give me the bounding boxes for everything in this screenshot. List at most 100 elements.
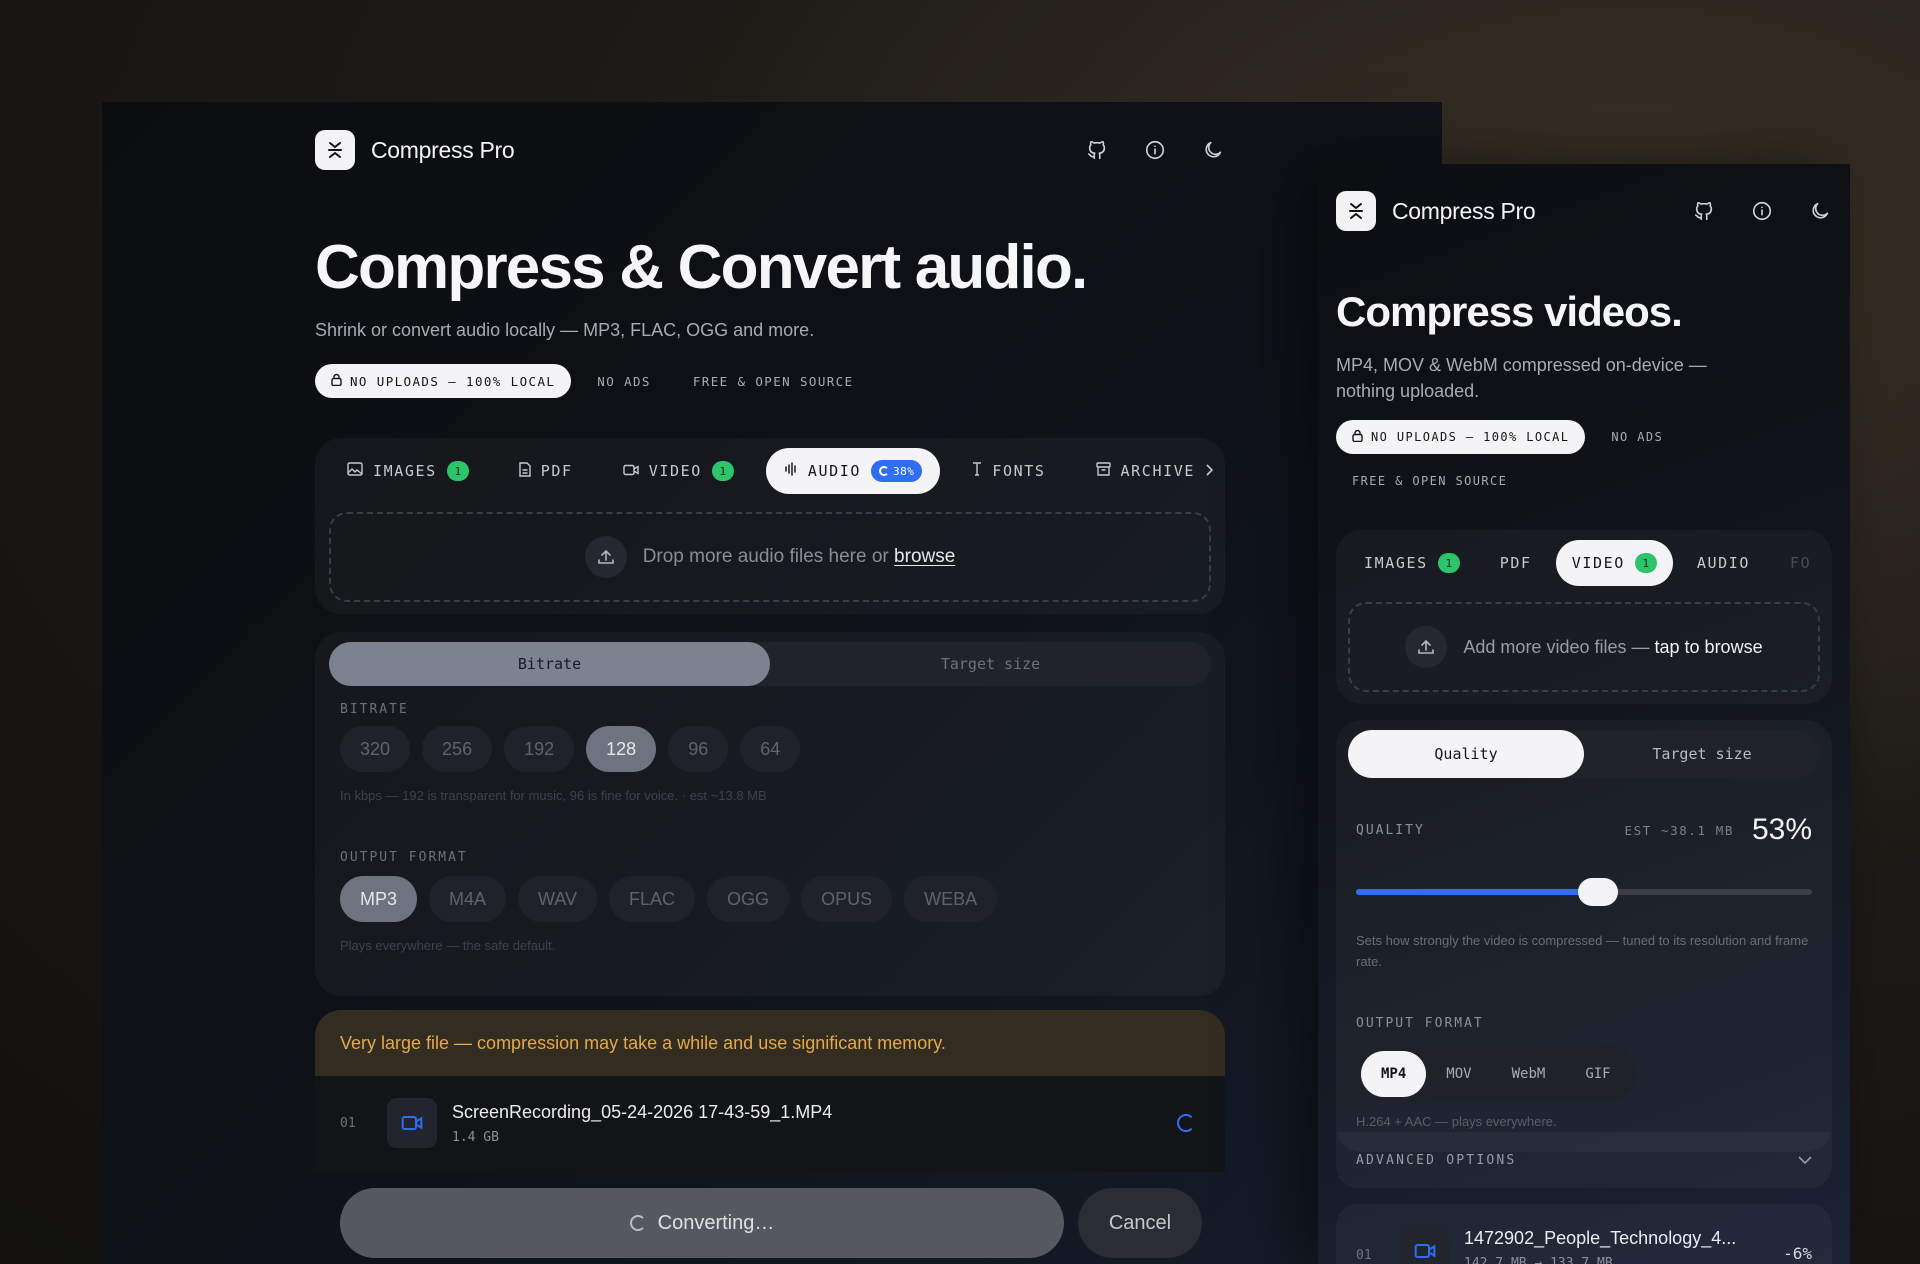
feature-badges: NO UPLOADS — 100% LOCAL NO ADS FREE & OP…: [1336, 420, 1832, 508]
brand-name: Compress Pro: [1392, 197, 1536, 224]
count-badge: 1: [1634, 553, 1657, 573]
mode-quality[interactable]: Quality: [1348, 730, 1584, 778]
tab-video[interactable]: VIDEO 1: [1555, 540, 1673, 586]
format-ogg[interactable]: OGG: [707, 876, 790, 922]
format-mov[interactable]: MOV: [1426, 1051, 1491, 1097]
type-tabs-panel: IMAGES 1 PDF VIDEO 1 AUDIO 38% FONTS ARC…: [315, 438, 1225, 614]
badge-local: NO UPLOADS — 100% LOCAL: [1336, 420, 1586, 454]
text-cursor-icon: [972, 462, 982, 480]
output-format-label: OUTPUT FORMAT: [340, 850, 468, 865]
file-row: 01 1472902_People_Technology_4... 142.7 …: [1336, 1204, 1832, 1264]
chevron-down-icon: [1798, 1153, 1812, 1168]
badge-no-ads: NO ADS: [1611, 430, 1664, 444]
tab-pdf[interactable]: PDF: [1484, 540, 1548, 586]
github-icon[interactable]: [1085, 138, 1109, 162]
format-wav[interactable]: WAV: [518, 876, 598, 922]
upload-icon: [1405, 626, 1448, 668]
large-file-warning: Very large file — compression may take a…: [315, 1010, 1225, 1076]
count-badge: 1: [711, 461, 734, 481]
size-change: -6%: [1783, 1244, 1812, 1263]
file-index: 01: [1356, 1248, 1372, 1263]
audio-drop-zone[interactable]: Drop more audio files here or browse: [329, 512, 1211, 602]
badge-local: NO UPLOADS — 100% LOCAL: [315, 364, 572, 398]
page-subtitle: Shrink or convert audio locally — MP3, F…: [315, 320, 815, 340]
badge-open-source: FREE & OPEN SOURCE: [1352, 474, 1508, 488]
file-name: ScreenRecording_05-24-2026 17-43-59_1.MP…: [452, 1102, 833, 1122]
advanced-options-label: ADVANCED OPTIONS: [1356, 1152, 1517, 1168]
bitrate-hint: In kbps — 192 is transparent for music, …: [340, 788, 767, 803]
bitrate-320[interactable]: 320: [340, 726, 411, 772]
tab-pdf[interactable]: PDF: [501, 448, 591, 494]
format-gif[interactable]: GIF: [1565, 1051, 1630, 1097]
video-camera-icon: [623, 462, 639, 480]
type-tabs: IMAGES 1 PDF VIDEO 1 AUDIO 38% FONTS ARC…: [329, 448, 1214, 494]
header: Compress Pro: [315, 128, 1225, 172]
brand-name: Compress Pro: [371, 136, 515, 163]
feature-badges: NO UPLOADS — 100% LOCAL NO ADS FREE & OP…: [315, 364, 870, 398]
browse-link[interactable]: browse: [894, 546, 955, 567]
audio-wave-icon: [784, 462, 798, 480]
lock-icon: [331, 373, 342, 389]
tab-audio[interactable]: AUDIO: [1681, 540, 1766, 586]
spinner-icon: [879, 466, 890, 476]
cancel-button[interactable]: Cancel: [1078, 1188, 1202, 1258]
video-drop-zone[interactable]: Add more video files — tap to browse: [1348, 602, 1820, 692]
video-file-icon: [1400, 1226, 1450, 1264]
mode-target-size[interactable]: Target size: [770, 642, 1211, 686]
tab-audio[interactable]: AUDIO 38%: [765, 448, 941, 494]
bitrate-64[interactable]: 64: [740, 726, 801, 772]
browse-link[interactable]: tap to browse: [1655, 637, 1763, 657]
count-badge: 1: [446, 461, 469, 481]
mode-target-size[interactable]: Target size: [1584, 730, 1820, 778]
type-tabs-panel: IMAGES 1 PDF VIDEO 1 AUDIO FO Add more v…: [1336, 530, 1832, 704]
audio-options-panel: Bitrate Target size BITRATE 320 256 192 …: [315, 632, 1225, 996]
bitrate-label: BITRATE: [340, 702, 409, 717]
bitrate-192[interactable]: 192: [504, 726, 575, 772]
desktop-window: Compress Pro Compress & Convert audio. S…: [102, 102, 1442, 1264]
advanced-options-toggle[interactable]: ADVANCED OPTIONS: [1336, 1132, 1832, 1188]
format-m4a[interactable]: M4A: [429, 876, 507, 922]
info-icon[interactable]: [1143, 138, 1167, 162]
format-webm[interactable]: WebM: [1492, 1051, 1566, 1097]
bitrate-256[interactable]: 256: [422, 726, 493, 772]
tab-archive[interactable]: ARCHIVE: [1078, 448, 1231, 494]
mode-bitrate[interactable]: Bitrate: [329, 642, 770, 686]
mode-toggle: Quality Target size: [1348, 730, 1820, 778]
format-mp4[interactable]: MP4: [1361, 1051, 1427, 1097]
page-title: Compress videos.: [1336, 288, 1683, 335]
chevron-right-icon[interactable]: [1205, 462, 1214, 480]
format-mp3[interactable]: MP3: [340, 876, 418, 922]
drop-text: Add more video files —: [1463, 636, 1650, 657]
tab-images[interactable]: IMAGES 1: [1348, 540, 1476, 586]
file-name: 1472902_People_Technology_4...: [1464, 1228, 1737, 1248]
format-flac[interactable]: FLAC: [609, 876, 696, 922]
format-weba[interactable]: WEBA: [904, 876, 998, 922]
mobile-header: Compress Pro: [1336, 190, 1832, 232]
tab-fonts[interactable]: FO: [1774, 540, 1827, 586]
quality-slider[interactable]: [1356, 878, 1812, 906]
quality-value: 53%: [1751, 813, 1812, 846]
bitrate-96[interactable]: 96: [668, 726, 729, 772]
slider-thumb[interactable]: [1577, 878, 1618, 906]
info-icon[interactable]: [1750, 199, 1774, 223]
tab-images[interactable]: IMAGES 1: [329, 448, 487, 494]
moon-icon[interactable]: [1808, 199, 1832, 223]
file-size: 1.4 GB: [452, 1130, 499, 1145]
convert-button[interactable]: Converting…: [340, 1188, 1064, 1258]
badge-open-source: FREE & OPEN SOURCE: [692, 373, 854, 389]
tab-fonts[interactable]: FONTS: [954, 448, 1063, 494]
output-format-label: OUTPUT FORMAT: [1356, 1016, 1484, 1031]
github-icon[interactable]: [1692, 199, 1716, 223]
bitrate-128[interactable]: 128: [586, 726, 657, 772]
logo-icon[interactable]: [315, 130, 355, 170]
logo-icon[interactable]: [1336, 191, 1376, 231]
file-size: 142.7 MB → 133.7 MB: [1464, 1256, 1613, 1264]
format-opus[interactable]: OPUS: [801, 876, 893, 922]
tab-video[interactable]: VIDEO 1: [605, 448, 752, 494]
lock-icon: [1352, 429, 1363, 445]
moon-icon[interactable]: [1201, 138, 1225, 162]
badge-no-ads: NO ADS: [597, 373, 651, 389]
document-icon: [519, 461, 531, 481]
image-icon: [347, 462, 363, 480]
quality-estimate: EST ~38.1 MB: [1624, 822, 1734, 838]
